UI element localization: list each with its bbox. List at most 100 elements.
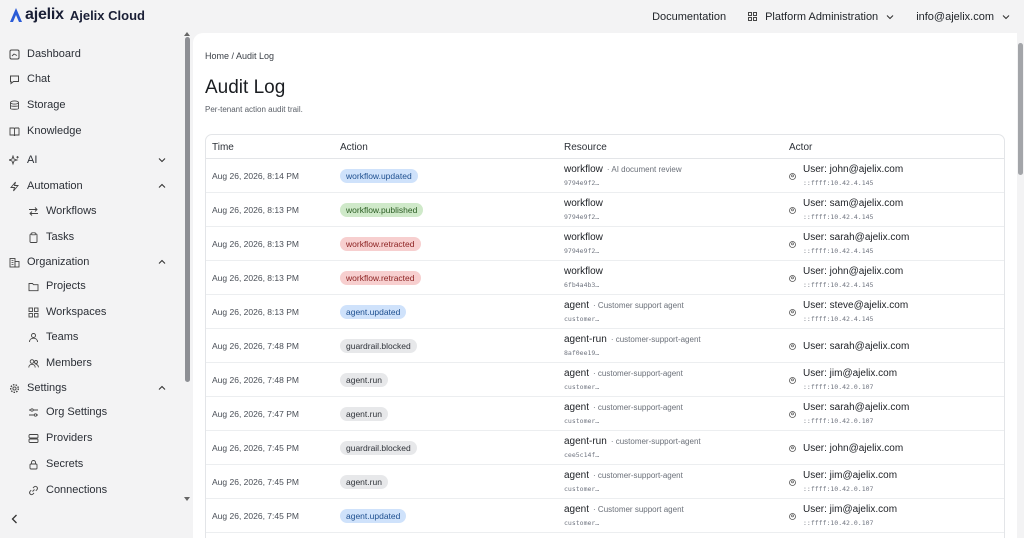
chevron-down-icon bbox=[886, 14, 894, 19]
table-row[interactable]: Aug 26, 2026, 7:48 PM agent.run agent · cus… bbox=[206, 363, 1004, 397]
link-icon bbox=[29, 485, 38, 495]
time-cell: Aug 26, 2026, 8:13 PM bbox=[212, 205, 299, 215]
resource-cell: workflow bbox=[564, 266, 607, 277]
sidebar-item-organization[interactable]: Organization bbox=[0, 250, 180, 274]
user-icon bbox=[789, 309, 796, 316]
chevron-down-icon bbox=[1002, 14, 1010, 19]
database-icon bbox=[10, 99, 19, 110]
sidebar-item-workspaces[interactable]: Workspaces bbox=[0, 300, 180, 324]
sidebar-item-org-settings[interactable]: Org Settings bbox=[0, 400, 180, 424]
table-row[interactable]: Aug 26, 2026, 8:13 PM agent.updated agent ·… bbox=[206, 295, 1004, 329]
sidebar-item-secrets[interactable]: Secrets bbox=[0, 452, 180, 476]
table-row[interactable]: Aug 26, 2026, 7:45 PM agent.updated agent ·… bbox=[206, 499, 1004, 533]
table-row[interactable]: Aug 26, 2026, 8:13 PM workflow.published w… bbox=[206, 193, 1004, 227]
table-row[interactable]: Aug 26, 2026, 7:47 PM agent.run agent · cus… bbox=[206, 397, 1004, 431]
resource-description: · customer-support-agent bbox=[593, 403, 683, 412]
table-row[interactable]: Aug 26, 2026, 8:13 PM workflow.retracted w… bbox=[206, 261, 1004, 295]
user-icon bbox=[789, 479, 796, 486]
chevron-up-icon[interactable] bbox=[158, 384, 166, 392]
actor-ip: ::ffff:10.42.4.145 bbox=[803, 281, 874, 289]
user-menu[interactable]: info@ajelix.com bbox=[916, 11, 1010, 23]
sidebar-item-teams[interactable]: Teams bbox=[0, 325, 180, 349]
main-scrollbar[interactable] bbox=[1018, 43, 1023, 175]
grid-icon bbox=[28, 307, 39, 317]
arrows-icon bbox=[29, 206, 38, 216]
table-row[interactable]: Aug 26, 2026, 7:48 PM guardrail.blocked ag… bbox=[206, 329, 1004, 363]
platform-administration-menu[interactable]: Platform Administration bbox=[748, 11, 894, 23]
folder-icon bbox=[28, 282, 39, 291]
chevron-up-icon[interactable] bbox=[158, 182, 166, 190]
sidebar-item-projects[interactable]: Projects bbox=[0, 274, 180, 298]
resource-type: agent bbox=[564, 402, 590, 413]
members-icon bbox=[28, 358, 39, 368]
collapse-sidebar-icon[interactable] bbox=[10, 514, 19, 524]
server-icon bbox=[28, 433, 39, 443]
resource-description: · Customer support agent bbox=[593, 505, 684, 514]
sidebar-item-label: Providers bbox=[46, 432, 93, 444]
time-cell: Aug 26, 2026, 8:13 PM bbox=[212, 307, 299, 317]
sidebar-item-label: Organization bbox=[27, 256, 90, 268]
sidebar-item-label: Org Settings bbox=[46, 406, 108, 418]
sidebar-item-tasks[interactable]: Tasks bbox=[0, 225, 180, 249]
platform-administration-label: Platform Administration bbox=[765, 10, 879, 23]
logo[interactable]: ajelix Ajelix Cloud bbox=[9, 6, 145, 24]
resource-type: agent bbox=[564, 504, 590, 515]
sidebar-item-settings[interactable]: Settings bbox=[0, 376, 180, 400]
sidebar-item-providers[interactable]: Providers bbox=[0, 426, 180, 450]
logo-word: ajelix bbox=[25, 6, 64, 23]
resource-cell: agent · customer-support-agent bbox=[564, 402, 683, 413]
resource-id: customer… bbox=[564, 417, 600, 425]
actor-cell: User: sarah@ajelix.com bbox=[803, 232, 910, 243]
resource-description: · customer-support-agent bbox=[610, 437, 701, 446]
action-badge: workflow.retracted bbox=[340, 271, 421, 285]
sidebar-item-storage[interactable]: Storage bbox=[0, 93, 180, 117]
action-badge: agent.run bbox=[340, 475, 388, 489]
sidebar-item-dashboard[interactable]: Dashboard bbox=[0, 42, 180, 66]
actor-ip: ::ffff:10.42.0.107 bbox=[803, 519, 874, 527]
column-header-actor: Actor bbox=[789, 142, 813, 153]
resource-id: customer… bbox=[564, 485, 600, 493]
actor-ip: ::ffff:10.42.4.145 bbox=[803, 247, 874, 255]
user-email: info@ajelix.com bbox=[916, 10, 994, 23]
time-cell: Aug 26, 2026, 8:14 PM bbox=[212, 171, 299, 181]
sidebar-item-label: Automation bbox=[27, 180, 83, 192]
sidebar-item-label: Storage bbox=[27, 99, 66, 111]
resource-cell: agent-run · customer-support-agent bbox=[564, 436, 701, 447]
time-cell: Aug 26, 2026, 7:48 PM bbox=[212, 341, 299, 351]
table-row[interactable]: Aug 26, 2026, 8:13 PM workflow.retracted w… bbox=[206, 227, 1004, 261]
sidebar-scrollbar[interactable] bbox=[185, 37, 190, 382]
resource-id: 9794e9f2… bbox=[564, 179, 600, 187]
breadcrumb[interactable]: Home / Audit Log bbox=[205, 51, 274, 61]
resource-description: · customer-support-agent bbox=[593, 471, 683, 480]
sidebar-item-ai[interactable]: AI bbox=[0, 148, 180, 172]
table-header: Time Action Resource Actor bbox=[206, 135, 1004, 159]
resource-id: customer… bbox=[564, 519, 600, 527]
resource-type: agent bbox=[564, 368, 590, 379]
actor-ip: ::ffff:10.42.4.145 bbox=[803, 213, 874, 221]
sidebar-item-knowledge[interactable]: Knowledge bbox=[0, 119, 180, 143]
sidebar-item-automation[interactable]: Automation bbox=[0, 174, 180, 198]
documentation-link[interactable]: Documentation bbox=[652, 11, 726, 23]
sidebar-item-chat[interactable]: Chat bbox=[0, 67, 180, 91]
column-header-action: Action bbox=[340, 142, 368, 153]
table-row[interactable]: Aug 26, 2026, 7:45 PM agent.run agent · cus… bbox=[206, 465, 1004, 499]
table-row[interactable]: Aug 26, 2026, 7:45 PM guardrail.blocked ag… bbox=[206, 431, 1004, 465]
column-header-resource: Resource bbox=[564, 142, 607, 153]
chevron-up-icon[interactable] bbox=[158, 258, 166, 266]
sidebar-item-connections[interactable]: Connections bbox=[0, 478, 180, 502]
table-row[interactable]: Aug 26, 2026, 8:14 PM workflow.updated wor… bbox=[206, 159, 1004, 193]
actor-cell: User: jim@ajelix.com bbox=[803, 470, 898, 481]
user-icon bbox=[789, 411, 796, 418]
actor-cell: User: john@ajelix.com bbox=[803, 443, 904, 454]
chevron-down-icon[interactable] bbox=[158, 156, 166, 164]
resource-type: workflow bbox=[564, 198, 603, 209]
sidebar-item-label: Settings bbox=[27, 382, 67, 394]
sidebar-item-workflows[interactable]: Workflows bbox=[0, 199, 180, 223]
resource-cell: workflow bbox=[564, 232, 607, 243]
sidebar-item-members[interactable]: Members bbox=[0, 351, 180, 375]
sparkle-icon bbox=[9, 154, 19, 165]
action-badge: workflow.retracted bbox=[340, 237, 421, 251]
actor-cell: User: sam@ajelix.com bbox=[803, 198, 904, 209]
scroll-down-arrow-icon[interactable] bbox=[184, 496, 190, 502]
resource-type: agent bbox=[564, 300, 590, 311]
